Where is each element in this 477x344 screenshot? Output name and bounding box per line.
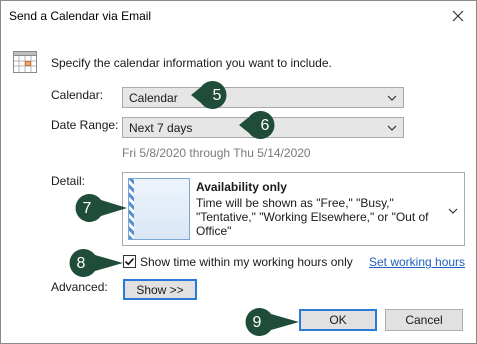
detail-heading: Availability only <box>196 180 287 194</box>
title-bar: Send a Calendar via Email <box>1 1 476 31</box>
send-calendar-dialog: Send a Calendar via Email Specify the ca… <box>0 0 477 344</box>
detail-label: Detail: <box>51 174 86 188</box>
dialog-title: Send a Calendar via Email <box>9 9 152 23</box>
advanced-label: Advanced: <box>51 280 108 294</box>
callout-7: 7 <box>75 194 127 222</box>
close-button[interactable] <box>446 5 470 27</box>
callout-5-number: 5 <box>213 87 222 104</box>
chevron-down-icon <box>448 208 458 214</box>
chevron-down-icon <box>387 125 397 131</box>
callout-9-number: 9 <box>253 314 262 331</box>
intro-text: Specify the calendar information you wan… <box>51 56 332 70</box>
calendar-dropdown[interactable]: Calendar <box>122 87 404 108</box>
close-icon <box>452 10 464 22</box>
detail-preview-image <box>128 178 190 240</box>
calendar-label: Calendar: <box>51 88 104 102</box>
calendar-icon <box>13 51 37 73</box>
callout-6: 6 <box>239 111 275 139</box>
callout-8-number: 8 <box>77 255 86 272</box>
date-range-value: Next 7 days <box>129 121 193 135</box>
show-advanced-button[interactable]: Show >> <box>123 279 197 300</box>
checkmark-icon <box>124 257 135 266</box>
chevron-down-icon <box>387 95 397 101</box>
set-working-hours-link[interactable]: Set working hours <box>369 255 465 269</box>
callout-8: 8 <box>69 249 123 277</box>
callout-9: 9 <box>245 308 299 336</box>
date-range-summary: Fri 5/8/2020 through Thu 5/14/2020 <box>122 146 311 160</box>
calendar-value: Calendar <box>129 91 178 105</box>
callout-6-number: 6 <box>261 117 270 134</box>
ok-button[interactable]: OK <box>299 309 377 331</box>
callout-7-number: 7 <box>83 200 92 217</box>
callout-5: 5 <box>191 81 227 109</box>
cancel-button[interactable]: Cancel <box>385 309 463 331</box>
detail-dropdown[interactable]: Availability only Time will be shown as … <box>122 172 465 246</box>
working-hours-label[interactable]: Show time within my working hours only <box>140 255 353 269</box>
date-range-label: Date Range: <box>51 118 119 132</box>
detail-description: Time will be shown as "Free," "Busy," "T… <box>196 196 429 238</box>
